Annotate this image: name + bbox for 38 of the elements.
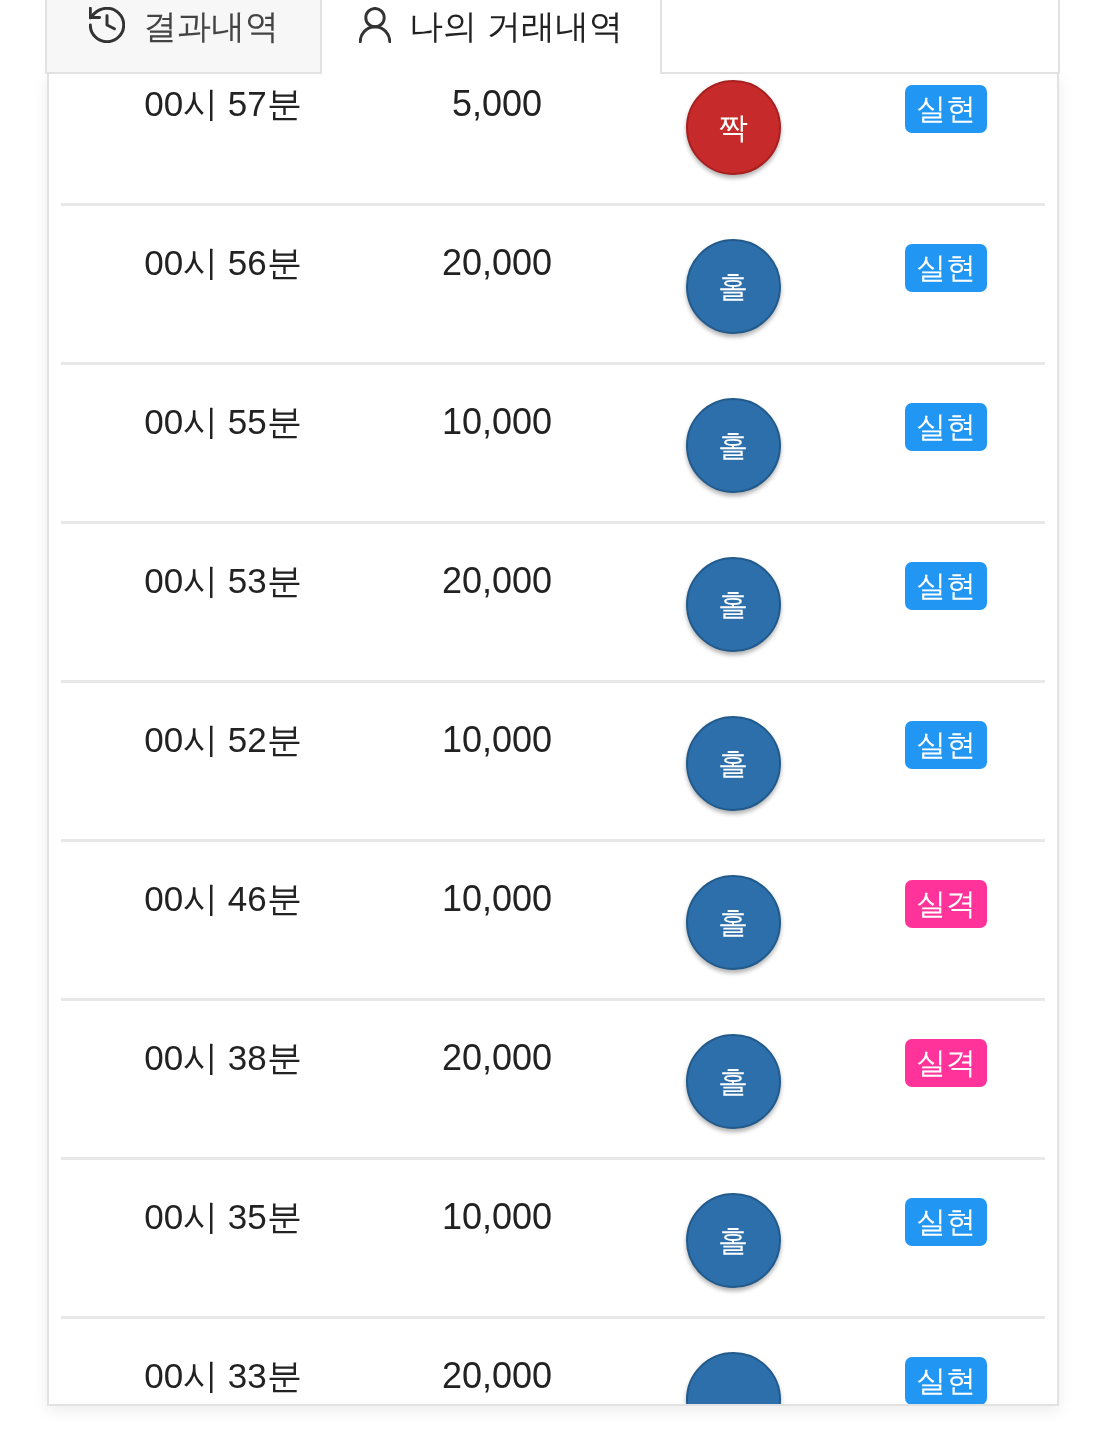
- time-text: 00시 52분: [144, 720, 302, 760]
- time-text: 00시 33분: [144, 1356, 302, 1396]
- result-badge: 실현: [905, 721, 987, 769]
- time-text: 00시 56분: [144, 243, 302, 283]
- time-text: 00시 46분: [144, 879, 302, 919]
- pick-token: 홀: [685, 398, 781, 493]
- history-icon: [88, 7, 125, 43]
- result-badge: 실현: [905, 1198, 987, 1246]
- amount-text: 20,000: [441, 1038, 553, 1078]
- pick-token: 홀: [685, 557, 781, 652]
- amount-text: 20,000: [441, 561, 553, 601]
- pick-token: 짝: [685, 80, 781, 175]
- result-badge: 실격: [905, 880, 987, 928]
- amount-text: 10,000: [441, 720, 553, 760]
- result-badge: 실현: [905, 403, 987, 451]
- amount-text: 10,000: [441, 1197, 553, 1237]
- pick-token: 홀: [685, 239, 781, 334]
- amount-text: 5,000: [451, 84, 543, 124]
- amount-text: 20,000: [441, 1356, 553, 1396]
- result-badge: 실격: [905, 1039, 987, 1087]
- time-text: 00시 55분: [144, 402, 302, 442]
- pick-token: 홀: [685, 716, 781, 811]
- pick-token: 홀: [685, 1193, 781, 1288]
- amount-text: 20,000: [441, 243, 553, 283]
- amount-text: 10,000: [441, 879, 553, 919]
- amount-text: 10,000: [441, 402, 553, 442]
- result-badge: 실현: [905, 244, 987, 292]
- time-text: 00시 53분: [144, 561, 302, 601]
- pick-token: 홀: [685, 875, 781, 970]
- pick-token: 홀: [685, 1034, 781, 1129]
- result-badge: 실현: [905, 1357, 987, 1404]
- result-badge: 실현: [905, 562, 987, 610]
- time-text: 00시 57분: [144, 84, 302, 124]
- time-text: 00시 38분: [144, 1038, 302, 1078]
- result-badge: 실현: [905, 85, 987, 133]
- tab[interactable]: 결과내역: [45, 0, 322, 74]
- person-icon: [359, 7, 392, 43]
- time-text: 00시 35분: [144, 1197, 302, 1237]
